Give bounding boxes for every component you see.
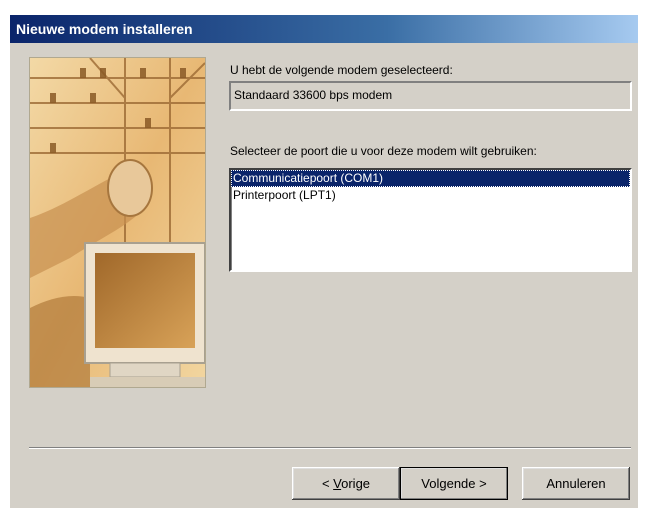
back-button[interactable]: < Vorige bbox=[292, 467, 400, 500]
next-button[interactable]: Volgende > bbox=[400, 467, 508, 500]
modem-name-field: Standaard 33600 bps modem bbox=[229, 81, 632, 111]
title-bar: Nieuwe modem installeren bbox=[10, 15, 638, 43]
port-option-lpt1[interactable]: Printerpoort (LPT1) bbox=[231, 187, 630, 204]
port-listbox[interactable]: Communicatiepoort (COM1) Printerpoort (L… bbox=[229, 168, 632, 272]
divider bbox=[29, 447, 631, 449]
port-option-com1[interactable]: Communicatiepoort (COM1) bbox=[231, 170, 630, 187]
wizard-illustration bbox=[29, 57, 206, 388]
modem-label: U hebt de volgende modem geselecteerd: bbox=[230, 63, 453, 77]
modem-name-value: Standaard 33600 bps modem bbox=[234, 88, 393, 102]
port-label: Selecteer de poort die u voor deze modem… bbox=[230, 144, 537, 158]
install-modem-dialog: Nieuwe modem installeren U hebt de volge… bbox=[10, 15, 638, 508]
cancel-button[interactable]: Annuleren bbox=[522, 467, 630, 500]
